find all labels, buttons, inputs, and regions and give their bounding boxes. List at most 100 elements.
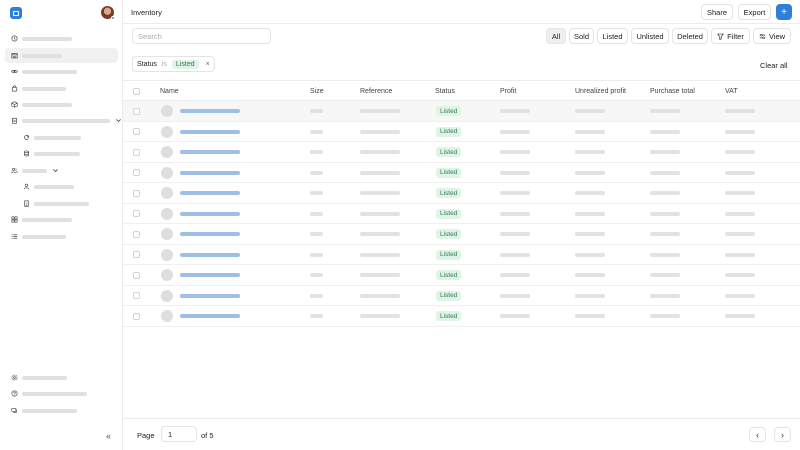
column-header-reference[interactable]: Reference <box>360 88 392 95</box>
row-checkbox[interactable] <box>133 169 140 176</box>
sidebar-item-11[interactable] <box>5 196 118 211</box>
share-button[interactable]: Share <box>701 4 733 20</box>
funnel-icon <box>717 33 725 40</box>
item-name-placeholder[interactable] <box>180 109 240 113</box>
table-row[interactable]: Listed <box>123 245 800 265</box>
row-checkbox[interactable] <box>133 210 140 217</box>
column-header-name[interactable]: Name <box>160 88 179 95</box>
table-row[interactable]: Listed <box>123 224 800 245</box>
filter-operator: is <box>161 60 167 68</box>
clear-all-link[interactable]: Clear all <box>760 61 788 70</box>
row-checkbox[interactable] <box>133 251 140 258</box>
avatar[interactable] <box>101 6 115 20</box>
table-row[interactable]: Listed <box>123 101 800 122</box>
row-checkbox[interactable] <box>133 107 140 115</box>
select-all-checkbox[interactable] <box>133 88 140 95</box>
column-header-status[interactable]: Status <box>435 88 455 95</box>
sidebar-item-10[interactable] <box>5 179 118 194</box>
filter-tab-listed[interactable]: Listed <box>597 28 628 44</box>
sidebar-bottom-item-3[interactable] <box>5 403 118 418</box>
row-checkbox[interactable] <box>133 148 140 156</box>
status-badge: Listed <box>436 106 462 116</box>
cell-placeholder <box>500 293 530 298</box>
sidebar-item-13[interactable] <box>5 229 118 244</box>
item-thumbnail <box>161 105 173 117</box>
nav-label-placeholder <box>22 118 110 123</box>
sidebar-item-12[interactable] <box>5 212 118 227</box>
nav-label-placeholder <box>22 86 66 91</box>
item-name-placeholder[interactable] <box>180 191 240 195</box>
sidebar-item-5[interactable] <box>5 97 118 112</box>
item-thumbnail <box>161 228 173 240</box>
sidebar-bottom-item-1[interactable] <box>5 370 118 385</box>
cell-placeholder <box>725 211 755 216</box>
column-header-profit[interactable]: Profit <box>500 88 516 95</box>
sidebar-item-4[interactable] <box>5 81 118 96</box>
sidebar-item-3[interactable] <box>5 64 118 79</box>
page-number-input[interactable] <box>161 426 197 442</box>
sidebar-item-7[interactable] <box>5 130 118 145</box>
column-header-purchase-total[interactable]: Purchase total <box>650 88 695 95</box>
sidebar-item-9[interactable] <box>5 163 118 178</box>
item-name-placeholder[interactable] <box>180 150 240 154</box>
item-name-placeholder[interactable] <box>180 314 240 318</box>
view-button[interactable]: View <box>753 28 791 44</box>
status-badge: Listed <box>436 126 462 137</box>
next-page-button[interactable]: › <box>774 427 791 442</box>
cell-placeholder <box>310 109 323 113</box>
row-checkbox[interactable] <box>133 292 140 299</box>
column-header-vat[interactable]: VAT <box>725 88 738 95</box>
row-checkbox[interactable] <box>133 189 140 197</box>
filter-tab-all[interactable]: All <box>546 28 566 44</box>
add-item-button[interactable]: + <box>776 4 792 20</box>
pagination-bar: Page of 5 ‹ › <box>123 418 800 450</box>
row-checkbox[interactable] <box>133 230 140 238</box>
table-row[interactable]: Listed <box>123 204 800 224</box>
chevron-down-icon[interactable] <box>52 167 59 174</box>
sidebar-item-8[interactable] <box>5 146 118 161</box>
export-button[interactable]: Export <box>738 4 771 20</box>
column-header-size[interactable]: Size <box>310 88 324 95</box>
item-name-placeholder[interactable] <box>180 252 240 257</box>
table-header: Name Size Reference Status Profit Unreal… <box>123 80 800 101</box>
sidebar-item-1[interactable] <box>5 31 118 46</box>
cell-placeholder <box>575 314 605 318</box>
sidebar-item-2[interactable] <box>5 48 118 63</box>
cell-placeholder <box>500 273 530 277</box>
row-checkbox[interactable] <box>133 128 140 135</box>
online-indicator <box>111 16 115 20</box>
item-name-placeholder[interactable] <box>180 129 240 134</box>
column-header-unrealized-profit[interactable]: Unrealized profit <box>575 88 626 95</box>
filter-tab-unlisted[interactable]: Unlisted <box>631 28 669 44</box>
item-name-placeholder[interactable] <box>180 232 240 236</box>
table-row[interactable]: Listed <box>123 286 800 306</box>
filter-tab-sold[interactable]: Sold <box>569 28 594 44</box>
row-checkbox[interactable] <box>133 312 140 320</box>
app-logo[interactable] <box>10 7 22 19</box>
table-row[interactable]: Listed <box>123 122 800 142</box>
table-row[interactable]: Listed <box>123 265 800 286</box>
table-row[interactable]: Listed <box>123 142 800 163</box>
row-checkbox[interactable] <box>133 271 140 279</box>
search-input[interactable] <box>132 28 271 44</box>
remove-filter-icon[interactable]: × <box>206 61 210 68</box>
filter-button[interactable]: Filter <box>711 28 750 44</box>
previous-page-button[interactable]: ‹ <box>749 427 766 442</box>
cell-placeholder <box>650 129 680 134</box>
filter-tab-deleted[interactable]: Deleted <box>672 28 708 44</box>
table-row[interactable]: Listed <box>123 163 800 183</box>
collapse-sidebar-button[interactable]: « <box>106 431 111 441</box>
item-name-placeholder[interactable] <box>180 293 240 298</box>
table-row[interactable]: Listed <box>123 183 800 204</box>
filter-value[interactable]: Listed <box>171 59 199 69</box>
item-name-placeholder[interactable] <box>180 273 240 277</box>
item-name-placeholder[interactable] <box>180 211 240 216</box>
chevron-down-icon[interactable] <box>115 117 122 124</box>
sidebar-bottom-item-2[interactable] <box>5 386 118 401</box>
cell-placeholder <box>360 293 400 298</box>
item-thumbnail <box>161 269 173 281</box>
building-icon <box>23 200 30 207</box>
table-row[interactable]: Listed <box>123 306 800 327</box>
sidebar-item-6[interactable] <box>5 113 121 128</box>
item-name-placeholder[interactable] <box>180 170 240 175</box>
